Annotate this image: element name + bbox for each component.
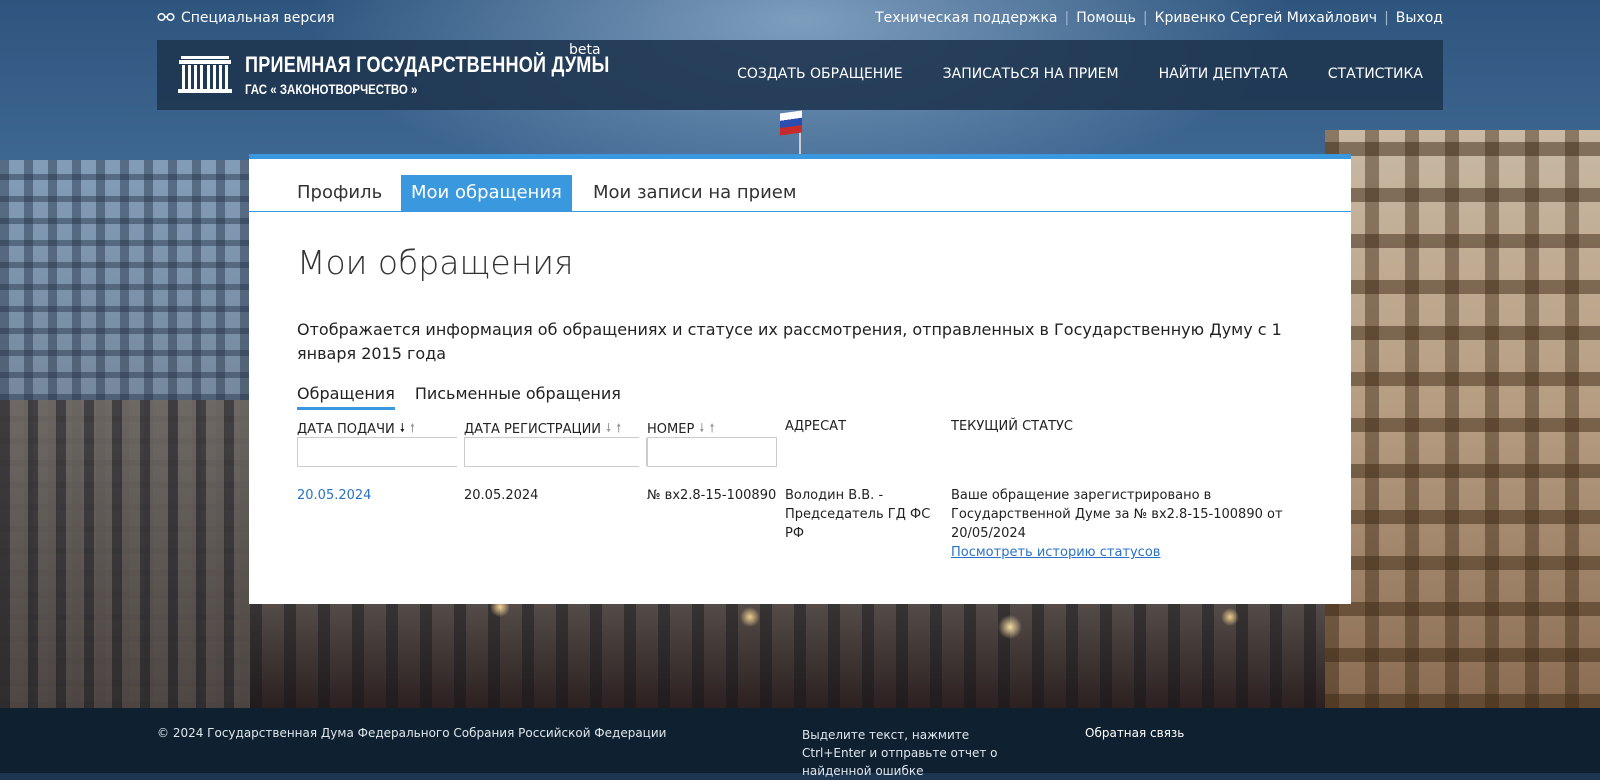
column-label: ТЕКУЩИЙ СТАТУС xyxy=(951,419,1073,434)
page-title: Мои обращения xyxy=(297,243,574,282)
column-label: НОМЕР xyxy=(647,422,695,437)
tab-my-appeals[interactable]: Мои обращения xyxy=(401,175,572,211)
glasses-icon xyxy=(157,11,175,25)
copyright: © 2024 Государственная Дума Федерального… xyxy=(157,726,667,740)
help-link[interactable]: Помощь xyxy=(1076,10,1136,26)
feedback-link[interactable]: Обратная связь xyxy=(1085,726,1184,740)
submitted-date-filter xyxy=(297,437,494,467)
column-label: АДРЕСАТ xyxy=(785,419,847,434)
site-header: ПРИЕМНАЯ ГОСУДАРСТВЕННОЙ ДУМЫ ГАС « ЗАКО… xyxy=(157,40,1443,110)
submitted-date-input[interactable] xyxy=(298,438,479,466)
logout-link[interactable]: Выход xyxy=(1396,10,1443,26)
nav-find-deputy[interactable]: НАЙТИ ДЕПУТАТА xyxy=(1159,66,1288,82)
error-report-hint: Выделите текст, нажмите Ctrl+Enter и отп… xyxy=(802,728,998,778)
status-history-link[interactable]: Посмотреть историю статусов xyxy=(951,543,1301,562)
appeal-type-tabs: Обращения Письменные обращения xyxy=(297,384,621,410)
tab-my-appointments[interactable]: Мои записи на прием xyxy=(583,175,806,211)
site-subtitle: ГАС « ЗАКОНОТВОРЧЕСТВО » xyxy=(245,81,418,97)
separator: | xyxy=(1142,10,1148,26)
row-status: Ваше обращение зарегистрировано в Госуда… xyxy=(951,486,1301,562)
subtab-appeals[interactable]: Обращения xyxy=(297,384,395,410)
beta-badge: beta xyxy=(569,42,601,58)
nav-statistics[interactable]: СТАТИСТИКА xyxy=(1328,66,1423,82)
site-footer: © 2024 Государственная Дума Федерального… xyxy=(0,708,1600,778)
separator: | xyxy=(1064,10,1070,26)
column-header-status: ТЕКУЩИЙ СТАТУС xyxy=(951,419,1073,434)
nav-book-appointment[interactable]: ЗАПИСАТЬСЯ НА ПРИЕМ xyxy=(943,66,1119,82)
building-right xyxy=(1325,130,1600,708)
site-title[interactable]: ПРИЕМНАЯ ГОСУДАРСТВЕННОЙ ДУМЫ xyxy=(245,52,609,78)
row-status-text: Ваше обращение зарегистрировано в Госуда… xyxy=(951,488,1283,541)
row-submitted-date[interactable]: 20.05.2024 xyxy=(297,486,371,505)
russian-flag xyxy=(780,110,802,136)
row-number: № вх2.8-15-100890 xyxy=(647,488,777,503)
user-name-link[interactable]: Кривенко Сергей Михайлович xyxy=(1155,10,1377,26)
support-link[interactable]: Техническая поддержка xyxy=(875,10,1057,26)
column-header-addressee: АДРЕСАТ xyxy=(785,419,846,434)
nav-create-appeal[interactable]: СОЗДАТЬ ОБРАЩЕНИЕ xyxy=(737,66,903,82)
special-version-label: Специальная версия xyxy=(181,10,335,26)
column-label: ДАТА РЕГИСТРАЦИИ xyxy=(464,422,602,437)
tab-profile[interactable]: Профиль xyxy=(287,175,392,211)
building-bottom xyxy=(250,587,1325,708)
intro-text: Отображается информация об обращениях и … xyxy=(297,320,1282,363)
main-nav: СОЗДАТЬ ОБРАЩЕНИЕ ЗАПИСАТЬСЯ НА ПРИЕМ НА… xyxy=(737,66,1423,82)
top-links: Техническая поддержка | Помощь | Кривенк… xyxy=(875,10,1443,26)
row-addressee: Володин В.В. - Председатель ГД ФС РФ xyxy=(785,488,931,541)
separator: | xyxy=(1384,10,1389,26)
special-version-link[interactable]: Специальная версия xyxy=(157,10,335,26)
duma-building-logo[interactable] xyxy=(177,52,233,94)
registered-date-filter xyxy=(464,437,661,467)
number-filter-input[interactable] xyxy=(647,437,777,467)
building-left-lower xyxy=(0,400,250,708)
registered-date-input[interactable] xyxy=(465,438,646,466)
column-label: ДАТА ПОДАЧИ xyxy=(297,422,395,437)
top-bar: Специальная версия Техническая поддержка… xyxy=(157,10,1443,28)
main-panel: Профиль Мои обращения Мои записи на прие… xyxy=(249,154,1351,604)
profile-tabs: Профиль Мои обращения Мои записи на прие… xyxy=(249,159,1351,212)
row-registered-date: 20.05.2024 xyxy=(464,488,539,503)
subtab-written-appeals[interactable]: Письменные обращения xyxy=(415,384,621,410)
